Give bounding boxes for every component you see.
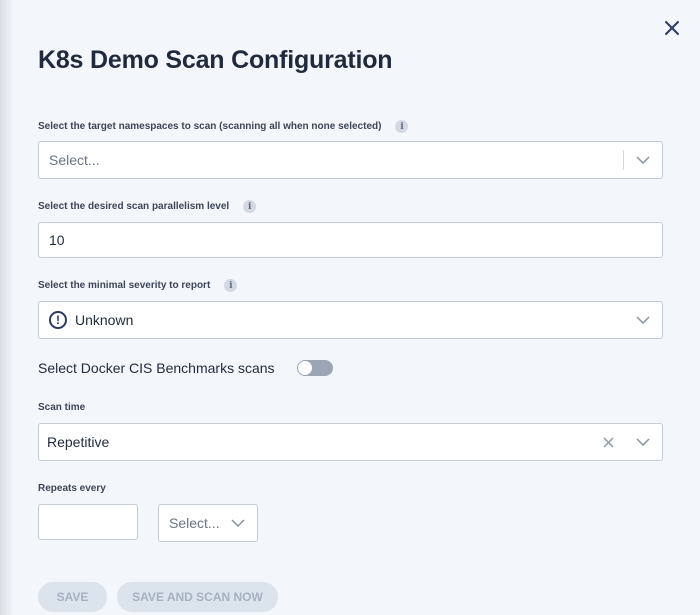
close-icon	[665, 21, 679, 35]
scan-time-select[interactable]: Repetitive	[38, 423, 663, 461]
severity-label-text: Select the minimal severity to report	[38, 280, 211, 291]
scan-time-label: Scan time	[38, 402, 85, 413]
severity-label: Select the minimal severity to report i	[38, 279, 238, 292]
info-icon[interactable]: i	[243, 200, 257, 213]
repeats-unit-select[interactable]: Select...	[158, 504, 258, 542]
parallelism-label-text: Select the desired scan parallelism leve…	[38, 201, 230, 212]
docker-cis-row: Select Docker CIS Benchmarks scans	[38, 360, 333, 376]
scan-time-label-text: Scan time	[38, 402, 86, 413]
save-button-label: SAVE	[56, 590, 89, 604]
clear-icon[interactable]	[603, 436, 614, 448]
chevron-down-icon[interactable]	[636, 316, 650, 324]
repeats-label-text: Repeats every	[38, 483, 106, 494]
chevron-down-icon[interactable]	[231, 519, 245, 527]
namespaces-label-text: Select the target namespaces to scan (sc…	[38, 121, 382, 132]
chevron-down-icon[interactable]	[636, 438, 650, 446]
chevron-down-icon[interactable]	[636, 156, 650, 164]
dialog-title: K8s Demo Scan Configuration	[38, 46, 393, 74]
close-button[interactable]	[662, 18, 682, 38]
repeats-amount-input[interactable]	[38, 504, 138, 540]
scan-time-value: Repetitive	[47, 434, 110, 450]
save-and-scan-button[interactable]: SAVE AND SCAN NOW	[117, 582, 278, 612]
namespaces-select[interactable]: Select...	[38, 141, 663, 179]
docker-cis-label: Select Docker CIS Benchmarks scans	[38, 360, 275, 376]
repeats-unit-placeholder: Select...	[169, 515, 220, 531]
parallelism-value: 10	[49, 232, 65, 248]
save-and-scan-button-label: SAVE AND SCAN NOW	[132, 590, 263, 604]
parallelism-label: Select the desired scan parallelism leve…	[38, 200, 257, 213]
exclamation-circle-icon: !	[49, 311, 67, 329]
info-icon[interactable]: i	[224, 279, 238, 292]
save-button[interactable]: SAVE	[38, 582, 107, 612]
namespaces-placeholder: Select...	[49, 152, 100, 168]
severity-select[interactable]: ! Unknown	[38, 301, 663, 339]
info-icon[interactable]: i	[395, 120, 409, 133]
select-separator	[623, 150, 624, 170]
backdrop-edge	[0, 0, 14, 615]
namespaces-label: Select the target namespaces to scan (sc…	[38, 120, 409, 133]
docker-cis-toggle[interactable]	[296, 360, 333, 376]
repeats-label: Repeats every	[38, 483, 106, 494]
severity-value: Unknown	[75, 312, 134, 328]
parallelism-input[interactable]: 10	[38, 222, 663, 258]
